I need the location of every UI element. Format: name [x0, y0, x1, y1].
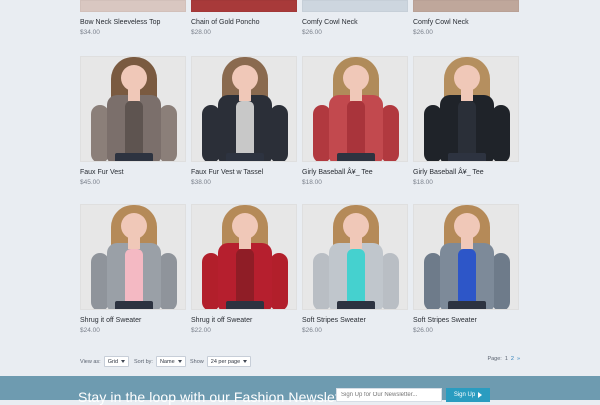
- product-title[interactable]: Bow Neck Sleeveless Top: [80, 18, 186, 27]
- product-title[interactable]: Chain of Gold Poncho: [191, 18, 297, 27]
- product-grid: Bow Neck Sleeveless Top $34.00 Chain of …: [80, 0, 520, 340]
- product-price: $45.00: [80, 179, 100, 186]
- product-image[interactable]: [413, 56, 519, 162]
- model-illustration: [303, 205, 407, 309]
- view-as-label: View as:: [80, 358, 101, 365]
- product-card[interactable]: Bow Neck Sleeveless Top $34.00: [80, 0, 186, 37]
- product-price: $28.00: [191, 29, 211, 36]
- product-card[interactable]: Faux Fur Vest $45.00: [80, 56, 186, 187]
- sort-by-control: Sort by: Name: [134, 356, 186, 367]
- product-card[interactable]: Shrug it off Sweater $24.00: [80, 204, 186, 335]
- chevron-down-icon: [243, 360, 248, 363]
- product-price: $22.00: [191, 327, 211, 334]
- product-price: $18.00: [413, 179, 433, 186]
- per-page-select[interactable]: 24 per page: [206, 356, 252, 367]
- product-price: $24.00: [80, 327, 100, 334]
- product-title[interactable]: Girly Baseball Â¥_ Tee: [413, 168, 519, 177]
- listing-toolbar: View as: Grid Sort by: Name Show 24 per …: [80, 352, 520, 368]
- model-illustration: [192, 205, 296, 309]
- product-card[interactable]: Comfy Cowl Neck $26.00: [413, 0, 519, 37]
- newsletter-footer: Stay in the loop with our Fashion Newsle…: [0, 376, 600, 405]
- product-image[interactable]: [413, 0, 519, 12]
- product-title[interactable]: Faux Fur Vest: [80, 168, 186, 177]
- next-page-link[interactable]: »: [517, 356, 520, 362]
- product-row: Faux Fur Vest $45.00 Faux Fur Vest w Tas…: [80, 56, 520, 190]
- product-image[interactable]: [302, 204, 408, 310]
- product-image[interactable]: [302, 56, 408, 162]
- product-price: $26.00: [302, 327, 322, 334]
- product-card[interactable]: Soft Stripes Sweater $26.00: [302, 204, 408, 335]
- product-image[interactable]: [191, 0, 297, 12]
- product-card[interactable]: Girly Baseball Â¥_ Tee $18.00: [302, 56, 408, 187]
- product-title[interactable]: Faux Fur Vest w Tassel: [191, 168, 297, 177]
- product-price: $34.00: [80, 29, 100, 36]
- show-label: Show: [190, 358, 204, 365]
- product-title[interactable]: Shrug it off Sweater: [191, 316, 297, 325]
- sort-by-value: Name: [159, 358, 175, 365]
- product-listing-page: Bow Neck Sleeveless Top $34.00 Chain of …: [0, 0, 600, 405]
- product-row: Bow Neck Sleeveless Top $34.00 Chain of …: [80, 0, 520, 50]
- signup-button-label: Sign Up: [453, 392, 476, 398]
- chevron-down-icon: [177, 360, 182, 363]
- pagination: Page: 1 2 »: [487, 356, 520, 362]
- product-price: $26.00: [413, 29, 433, 36]
- product-image[interactable]: [80, 204, 186, 310]
- product-price: $26.00: [413, 327, 433, 334]
- page-label: Page:: [487, 356, 502, 362]
- product-title[interactable]: Shrug it off Sweater: [80, 316, 186, 325]
- model-illustration: [414, 57, 518, 161]
- model-illustration: [81, 205, 185, 309]
- product-price: $26.00: [302, 29, 322, 36]
- product-image[interactable]: [302, 0, 408, 12]
- arrow-right-icon: [478, 392, 483, 398]
- product-card[interactable]: Girly Baseball Â¥_ Tee $18.00: [413, 56, 519, 187]
- product-card[interactable]: Soft Stripes Sweater $26.00: [413, 204, 519, 335]
- newsletter-headline: Stay in the loop with our Fashion Newsle…: [78, 389, 356, 405]
- product-title[interactable]: Soft Stripes Sweater: [302, 316, 408, 325]
- view-as-control: View as: Grid: [80, 356, 130, 367]
- model-illustration: [414, 205, 518, 309]
- product-card[interactable]: Chain of Gold Poncho $28.00: [191, 0, 297, 37]
- product-card[interactable]: Shrug it off Sweater $22.00: [191, 204, 297, 335]
- sort-by-label: Sort by:: [134, 358, 153, 365]
- product-image[interactable]: [191, 56, 297, 162]
- model-illustration: [81, 57, 185, 161]
- view-as-select[interactable]: Grid: [103, 356, 130, 367]
- page-current: 1: [504, 356, 508, 362]
- product-price: $18.00: [302, 179, 322, 186]
- model-illustration: [192, 57, 296, 161]
- page-link-2[interactable]: 2: [511, 356, 514, 362]
- product-title[interactable]: Comfy Cowl Neck: [413, 18, 519, 27]
- show-per-page-control: Show 24 per page: [190, 356, 252, 367]
- product-price: $38.00: [191, 179, 211, 186]
- sort-by-select[interactable]: Name: [155, 356, 186, 367]
- product-image[interactable]: [80, 0, 186, 12]
- per-page-value: 24 per page: [210, 358, 241, 365]
- product-title[interactable]: Comfy Cowl Neck: [302, 18, 408, 27]
- model-illustration: [303, 57, 407, 161]
- chevron-down-icon: [121, 360, 126, 363]
- product-card[interactable]: Comfy Cowl Neck $26.00: [302, 0, 408, 37]
- product-image[interactable]: [413, 204, 519, 310]
- product-card[interactable]: Faux Fur Vest w Tassel $38.00: [191, 56, 297, 187]
- product-title[interactable]: Girly Baseball Â¥_ Tee: [302, 168, 408, 177]
- view-as-value: Grid: [107, 358, 119, 365]
- product-image[interactable]: [191, 204, 297, 310]
- product-title[interactable]: Soft Stripes Sweater: [413, 316, 519, 325]
- product-image[interactable]: [80, 56, 186, 162]
- product-row: Shrug it off Sweater $24.00 Shrug it off…: [80, 204, 520, 338]
